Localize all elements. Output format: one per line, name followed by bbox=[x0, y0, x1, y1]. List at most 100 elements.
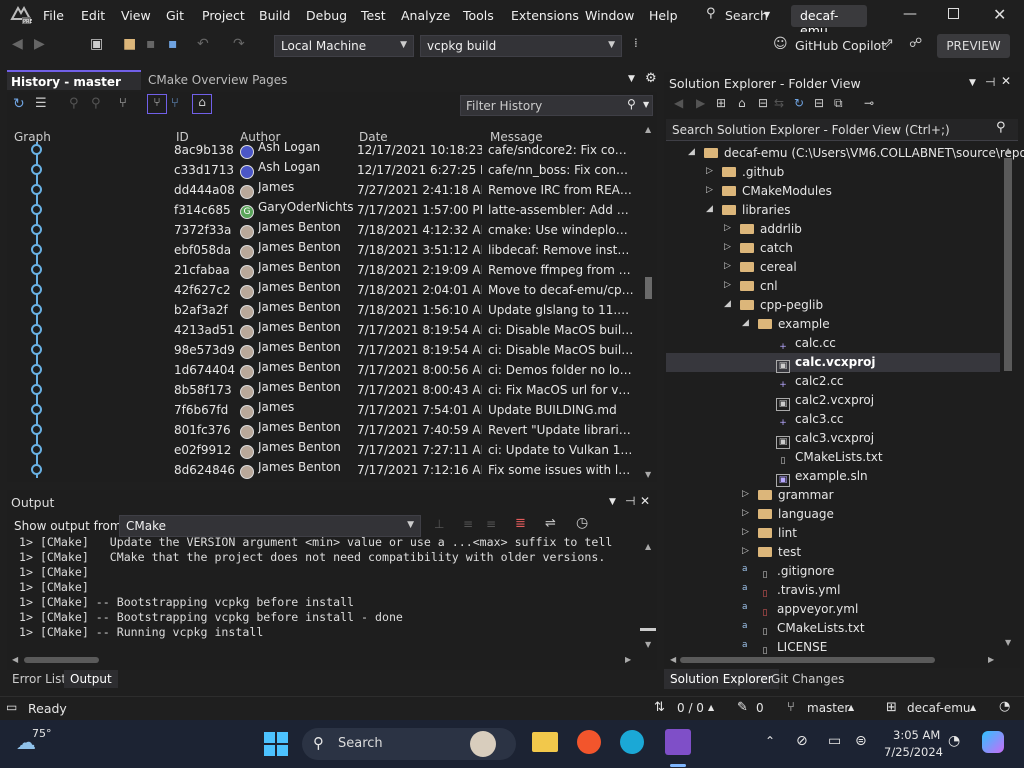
new-item-icon[interactable]: ▣ bbox=[90, 36, 103, 52]
branch-icon[interactable]: ⑂ bbox=[119, 96, 127, 111]
copy-icon[interactable]: ⧉ bbox=[834, 96, 843, 111]
sync-icon[interactable]: ⇆ bbox=[774, 96, 784, 110]
menu-edit[interactable]: Edit bbox=[81, 8, 105, 23]
collapse-icon[interactable]: ⊟ bbox=[814, 96, 824, 110]
notification-bell-icon[interactable]: ◔ bbox=[999, 699, 1010, 714]
minimize-button[interactable]: — bbox=[903, 6, 917, 22]
tree-folder[interactable]: ▷ addrlib bbox=[666, 220, 1000, 239]
menu-debug[interactable]: Debug bbox=[306, 8, 347, 23]
refresh-icon[interactable]: ↻ bbox=[13, 96, 25, 112]
forward-icon[interactable]: ▶ bbox=[696, 96, 705, 110]
redo-icon[interactable]: ↷ bbox=[233, 36, 245, 52]
sol-pin-icon[interactable]: ⊣ bbox=[985, 75, 995, 89]
overflow-icon[interactable]: ⁞ bbox=[634, 36, 638, 50]
file-explorer-icon[interactable] bbox=[532, 732, 558, 752]
chevron-right-icon[interactable]: ▷ bbox=[724, 280, 731, 290]
tree-folder[interactable]: ▷ .github bbox=[666, 163, 1000, 182]
maximize-button[interactable] bbox=[948, 8, 959, 19]
menu-file[interactable]: File bbox=[43, 8, 64, 23]
tree-folder[interactable]: ◢ cpp-peglib bbox=[666, 296, 1000, 315]
notification-icon[interactable]: ◔ bbox=[948, 733, 960, 749]
chevron-down-icon[interactable]: ◢ bbox=[706, 204, 713, 214]
solution-hscroll[interactable] bbox=[680, 657, 935, 663]
status-repo[interactable]: decaf-emu bbox=[907, 701, 971, 715]
tree-file[interactable]: a ▯ .gitignore bbox=[666, 562, 1000, 581]
tree-folder[interactable]: ◢ libraries bbox=[666, 201, 1000, 220]
target-dropdown[interactable]: Local Machine ▼ bbox=[274, 35, 414, 57]
history-scrollbar[interactable] bbox=[643, 140, 652, 480]
save-all-icon[interactable]: ▪ bbox=[168, 36, 178, 52]
prev-message-icon[interactable]: ≡ bbox=[463, 517, 473, 531]
start-button[interactable] bbox=[264, 732, 288, 756]
menu-window[interactable]: Window bbox=[585, 8, 634, 23]
output-scroll-thumb[interactable] bbox=[640, 628, 656, 631]
chevron-down-icon[interactable]: ◢ bbox=[742, 318, 749, 328]
back-icon[interactable]: ◀ bbox=[674, 96, 683, 110]
tree-folder[interactable]: ▷ cereal bbox=[666, 258, 1000, 277]
clock-time[interactable]: 3:05 AM bbox=[893, 728, 940, 742]
back-icon[interactable]: ◀ bbox=[12, 36, 23, 52]
copilot-button[interactable]: GitHub Copilot bbox=[795, 38, 886, 53]
tree-file[interactable]: + calc.cc bbox=[666, 334, 1000, 353]
edge-icon[interactable] bbox=[620, 730, 644, 754]
solution-search-input[interactable]: Search Solution Explorer - Folder View (… bbox=[666, 119, 1018, 141]
graph-icon[interactable]: ⑂ bbox=[147, 94, 167, 114]
network-icon[interactable]: ⊘ bbox=[796, 733, 808, 749]
sol-close-icon[interactable]: ✕ bbox=[1001, 74, 1011, 88]
menu-project[interactable]: Project bbox=[202, 8, 245, 23]
clear-all-icon[interactable]: ≣ bbox=[515, 516, 526, 531]
tree-folder[interactable]: ◢ decaf-emu (C:\Users\VM6.COLLABNET\sourc… bbox=[666, 144, 1024, 163]
tab-solution-explorer[interactable]: Solution Explorer bbox=[664, 669, 779, 689]
filter-history-input[interactable]: Filter History ⚲ ▼ bbox=[460, 95, 653, 116]
chevron-up-icon[interactable]: ⌃ bbox=[765, 734, 775, 748]
chevron-right-icon[interactable]: ▷ bbox=[706, 166, 713, 176]
output-dropdown-icon[interactable]: ▼ bbox=[609, 497, 616, 507]
output-close-icon[interactable]: ✕ bbox=[640, 494, 650, 508]
menu-build[interactable]: Build bbox=[259, 8, 290, 23]
tree-folder[interactable]: ▷ grammar bbox=[666, 486, 1000, 505]
output-scroll-up-icon[interactable]: ▲ bbox=[645, 542, 651, 551]
col-id[interactable]: ID bbox=[176, 130, 189, 144]
tab-git-changes[interactable]: Git Changes bbox=[771, 672, 844, 686]
tree-folder[interactable]: ▷ language bbox=[666, 505, 1000, 524]
status-pencil-count[interactable]: 0 bbox=[756, 701, 764, 715]
clock-date[interactable]: 7/25/2024 bbox=[884, 745, 943, 759]
menu-git[interactable]: Git bbox=[166, 8, 184, 23]
tab-cmake-overview[interactable]: CMake Overview Pages bbox=[144, 70, 291, 90]
history-scroll-thumb[interactable] bbox=[645, 277, 652, 299]
feedback-icon[interactable]: ☍ bbox=[909, 36, 922, 51]
show-all-icon[interactable]: ⊟ bbox=[758, 96, 768, 110]
forward-icon[interactable]: ▶ bbox=[34, 36, 45, 52]
tab-history[interactable]: History - master ⊣ ✕ bbox=[7, 70, 141, 103]
status-branch[interactable]: master bbox=[807, 701, 849, 715]
gear-icon[interactable]: ⚙ bbox=[645, 71, 657, 86]
output-pin-icon[interactable]: ⊣ bbox=[625, 494, 635, 508]
menu-tools[interactable]: Tools bbox=[463, 8, 494, 23]
find-message-icon[interactable]: ⊥ bbox=[434, 517, 444, 531]
tree-file[interactable]: a ▯ CMakeLists.txt bbox=[666, 619, 1000, 638]
next-message-icon[interactable]: ≡ bbox=[486, 517, 496, 531]
chevron-down-icon[interactable]: ◢ bbox=[724, 299, 731, 309]
refresh-icon[interactable]: ↻ bbox=[794, 96, 804, 110]
share-icon[interactable]: ⇗ bbox=[883, 36, 894, 51]
properties-icon[interactable]: ⊸ bbox=[864, 96, 874, 110]
tab-dropdown-icon[interactable]: ▼ bbox=[628, 74, 635, 84]
tab-output[interactable]: Output bbox=[64, 670, 118, 688]
chevron-right-icon[interactable]: ▷ bbox=[742, 527, 749, 537]
tree-folder[interactable]: ◢ example bbox=[666, 315, 1000, 334]
tree-folder[interactable]: ▷ catch bbox=[666, 239, 1000, 258]
chevron-right-icon[interactable]: ▷ bbox=[724, 261, 731, 271]
firefox-icon[interactable] bbox=[577, 730, 601, 754]
weather-temp[interactable]: 75° bbox=[32, 727, 52, 740]
visual-studio-icon[interactable] bbox=[665, 729, 691, 755]
tree-file[interactable]: + calc3.cc bbox=[666, 410, 1000, 429]
undo-icon[interactable]: ↶ bbox=[197, 36, 209, 52]
display-icon[interactable]: ▭ bbox=[828, 733, 841, 749]
list-icon[interactable]: ☰ bbox=[35, 96, 47, 111]
tree-file[interactable]: ▣ calc.vcxproj bbox=[666, 353, 1000, 373]
tree-folder[interactable]: ▷ cnl bbox=[666, 277, 1000, 296]
tag-icon[interactable]: ⌂ bbox=[192, 94, 212, 114]
menu-analyze[interactable]: Analyze bbox=[401, 8, 450, 23]
switch-view-icon[interactable]: ⊞ bbox=[716, 96, 726, 110]
tree-file[interactable]: ▯ CMakeLists.txt bbox=[666, 448, 1000, 467]
